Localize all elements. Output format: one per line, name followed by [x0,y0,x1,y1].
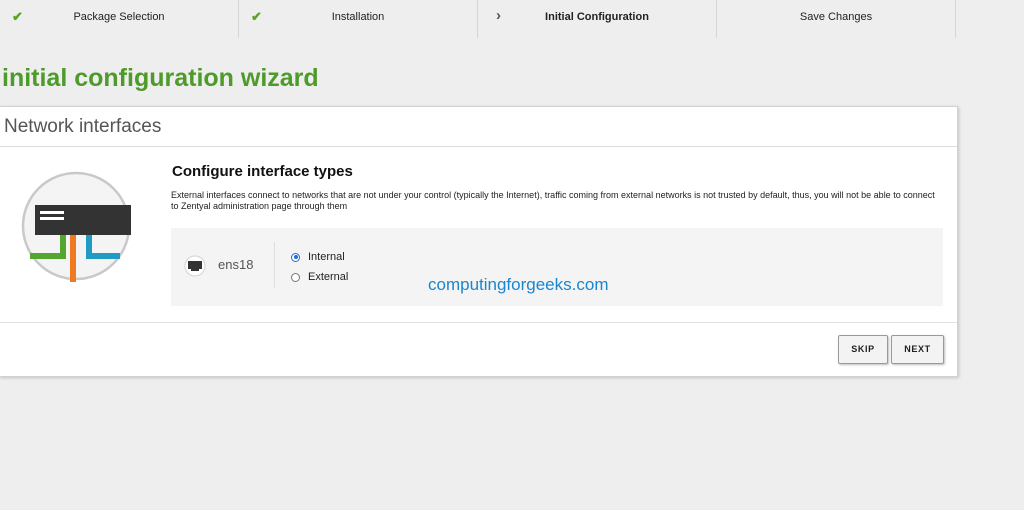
divider [0,322,957,323]
step-label: Package Selection [73,11,165,23]
step-initial-configuration: › Initial Configuration [478,0,717,38]
step-label: Save Changes [799,11,873,23]
step-installation: ✔ Installation [239,0,478,38]
skip-button[interactable]: SKIP [838,335,888,364]
radio-button[interactable] [291,272,300,282]
panel-title: Network interfaces [0,107,957,147]
network-port-icon [184,255,206,277]
step-label: Initial Configuration [545,11,649,23]
watermark-text: computingforgeeks.com [428,275,609,294]
section-title: Configure interface types [172,163,353,180]
radio-label: Internal [308,251,345,263]
next-button[interactable]: NEXT [891,335,944,364]
step-package-selection: ✔ Package Selection [0,0,239,38]
network-switch-icon [21,171,131,282]
page-title: initial configuration wizard [2,64,319,92]
step-save-changes: Save Changes [717,0,956,38]
step-label: Installation [331,11,385,23]
radio-button-selected[interactable] [291,252,300,262]
wizard-steps: ✔ Package Selection ✔ Installation › Ini… [0,0,956,38]
description-text: External interfaces connect to networks … [171,190,935,211]
radio-external[interactable]: External [291,271,348,283]
radio-label: External [308,271,349,283]
network-interfaces-panel: Network interfaces Configure interface t… [0,106,958,377]
divider [274,242,275,288]
radio-internal[interactable]: Internal [291,251,345,263]
interface-row: ens18 Internal External computingforgeek… [171,228,943,306]
interface-name: ens18 [218,257,254,272]
